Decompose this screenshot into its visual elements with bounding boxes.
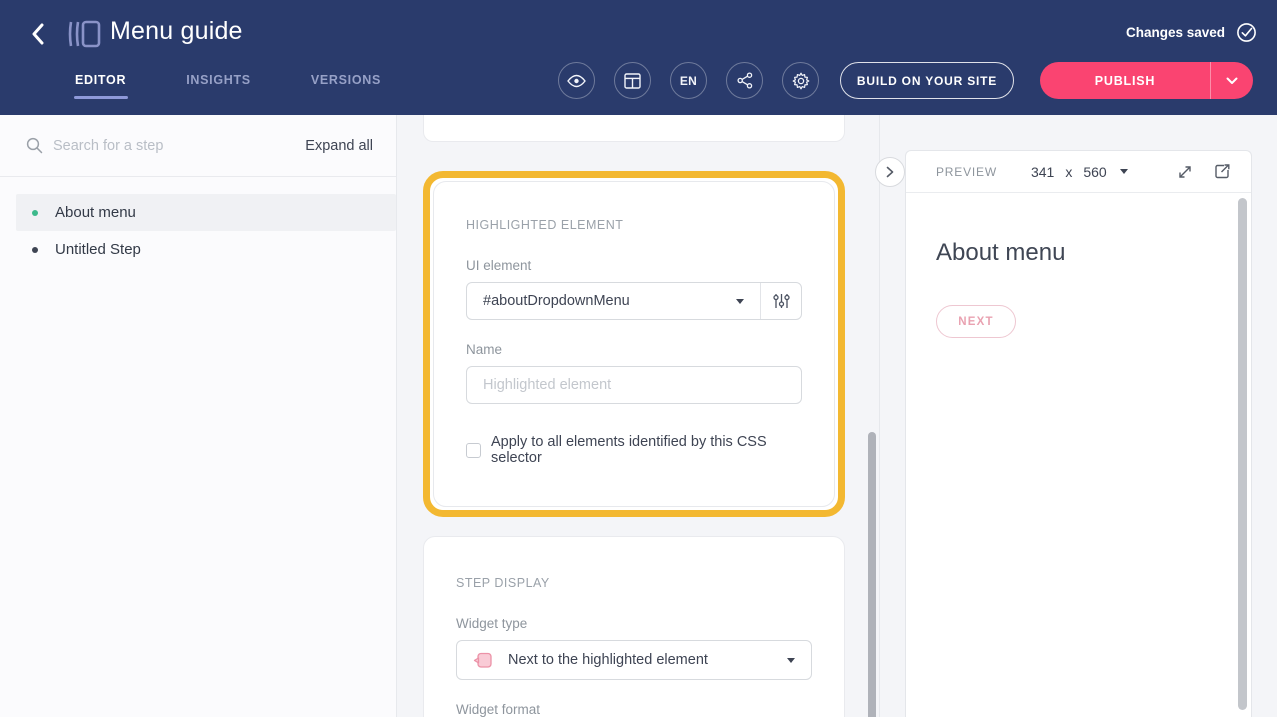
step-status-dot bbox=[32, 247, 38, 253]
top-navigation-bar: Menu guide Changes saved EDITOR INSIGHTS… bbox=[0, 0, 1277, 115]
widget-bubble-icon bbox=[473, 651, 493, 670]
build-on-your-site-button[interactable]: BUILD ON YOUR SITE bbox=[840, 62, 1014, 99]
step-display-card: STEP DISPLAY Widget type Next to the hig… bbox=[423, 536, 845, 717]
toolbar-icon-buttons: EN bbox=[558, 62, 819, 99]
name-label: Name bbox=[466, 342, 802, 358]
apply-all-checkbox-label: Apply to all elements identified by this… bbox=[491, 434, 802, 466]
step-label: Untitled Step bbox=[55, 241, 141, 258]
publish-dropdown-toggle[interactable] bbox=[1211, 62, 1253, 99]
apply-all-checkbox-row: Apply to all elements identified by this… bbox=[466, 434, 802, 466]
layout-panel-icon bbox=[624, 73, 641, 89]
widget-type-select[interactable]: Next to the highlighted element bbox=[456, 640, 812, 680]
preview-mode-button[interactable] bbox=[558, 62, 595, 99]
preview-size-select[interactable]: 341 x 560 bbox=[1031, 164, 1128, 180]
layout-button[interactable] bbox=[614, 62, 651, 99]
share-button[interactable] bbox=[726, 62, 763, 99]
step-list: About menu Untitled Step bbox=[0, 194, 396, 268]
page-title: Menu guide bbox=[110, 17, 243, 46]
publish-button[interactable]: PUBLISH bbox=[1040, 62, 1210, 99]
external-link-icon bbox=[1214, 163, 1231, 180]
tab-editor[interactable]: EDITOR bbox=[75, 73, 126, 99]
language-label: EN bbox=[680, 74, 697, 88]
publish-split-button: PUBLISH bbox=[1040, 62, 1253, 99]
highlighted-element-card: HIGHLIGHTED ELEMENT UI element #aboutDro… bbox=[433, 181, 835, 507]
preview-scrollbar-thumb[interactable] bbox=[1238, 198, 1247, 710]
highlighted-section-focus-ring: HIGHLIGHTED ELEMENT UI element #aboutDro… bbox=[423, 171, 845, 517]
step-settings-pane: HIGHLIGHTED ELEMENT UI element #aboutDro… bbox=[397, 115, 880, 717]
step-label: About menu bbox=[55, 204, 136, 221]
ui-element-label: UI element bbox=[466, 258, 802, 274]
widget-type-label: Widget type bbox=[456, 616, 812, 632]
collapse-preview-button[interactable] bbox=[875, 157, 905, 187]
chevron-down-icon bbox=[736, 299, 744, 304]
section-title: HIGHLIGHTED ELEMENT bbox=[466, 218, 802, 233]
search-step-input[interactable] bbox=[53, 138, 305, 154]
step-item-about-menu[interactable]: About menu bbox=[16, 194, 396, 231]
next-button[interactable]: NEXT bbox=[936, 305, 1016, 338]
save-status-text: Changes saved bbox=[1126, 25, 1225, 40]
back-button[interactable] bbox=[24, 20, 52, 48]
step-item-untitled-step[interactable]: Untitled Step bbox=[16, 231, 396, 268]
preview-widget-body: About menu NEXT bbox=[906, 239, 1251, 338]
section-title: STEP DISPLAY bbox=[456, 576, 812, 591]
tab-insights[interactable]: INSIGHTS bbox=[186, 73, 251, 99]
ui-element-select[interactable]: #aboutDropdownMenu bbox=[467, 283, 760, 319]
steps-sidebar: Expand all About menu Untitled Step bbox=[0, 115, 397, 717]
save-status: Changes saved bbox=[1126, 22, 1257, 43]
check-circle-icon bbox=[1236, 22, 1257, 43]
chevron-down-icon bbox=[787, 658, 795, 663]
gear-icon bbox=[792, 72, 810, 90]
preview-title: PREVIEW bbox=[936, 165, 997, 179]
chevron-down-icon bbox=[1226, 77, 1238, 85]
tab-versions[interactable]: VERSIONS bbox=[311, 73, 381, 99]
preview-header-actions bbox=[1177, 163, 1231, 180]
preview-width-value: 341 bbox=[1031, 164, 1054, 180]
app-window: Menu guide Changes saved EDITOR INSIGHTS… bbox=[0, 0, 1277, 717]
ui-element-value: #aboutDropdownMenu bbox=[483, 293, 630, 309]
settings-button[interactable] bbox=[782, 62, 819, 99]
preview-step-title: About menu bbox=[936, 239, 1221, 267]
chevron-right-icon bbox=[886, 166, 894, 178]
sliders-icon bbox=[773, 293, 790, 309]
language-button[interactable]: EN bbox=[670, 62, 707, 99]
search-icon bbox=[26, 137, 43, 154]
widget-type-value: Next to the highlighted element bbox=[508, 652, 772, 668]
share-icon bbox=[737, 72, 753, 89]
expand-diagonal-icon bbox=[1177, 164, 1193, 180]
open-in-new-window-button[interactable] bbox=[1214, 163, 1231, 180]
element-name-input[interactable] bbox=[466, 366, 802, 404]
preview-header: PREVIEW 341 x 560 bbox=[906, 151, 1251, 193]
ui-element-select-group: #aboutDropdownMenu bbox=[466, 282, 802, 320]
chevron-down-icon bbox=[1120, 169, 1128, 174]
preview-height-value: 560 bbox=[1083, 164, 1106, 180]
expand-all-link[interactable]: Expand all bbox=[305, 138, 373, 154]
editor-scrollbar-thumb[interactable] bbox=[868, 432, 876, 717]
preview-panel: PREVIEW 341 x 560 bbox=[905, 150, 1252, 717]
step-status-dot bbox=[32, 210, 38, 216]
chevron-left-icon bbox=[31, 23, 45, 45]
previous-settings-card-partial bbox=[423, 115, 845, 142]
eye-icon bbox=[567, 74, 586, 88]
element-advanced-settings-button[interactable] bbox=[761, 283, 801, 319]
editor-tabs: EDITOR INSIGHTS VERSIONS bbox=[75, 73, 381, 99]
preview-size-separator: x bbox=[1065, 164, 1072, 180]
apply-all-checkbox[interactable] bbox=[466, 443, 481, 458]
widget-format-label: Widget format bbox=[456, 702, 812, 717]
expand-preview-button[interactable] bbox=[1177, 163, 1193, 180]
tour-logo-icon bbox=[67, 19, 101, 49]
step-search-row: Expand all bbox=[0, 115, 396, 177]
